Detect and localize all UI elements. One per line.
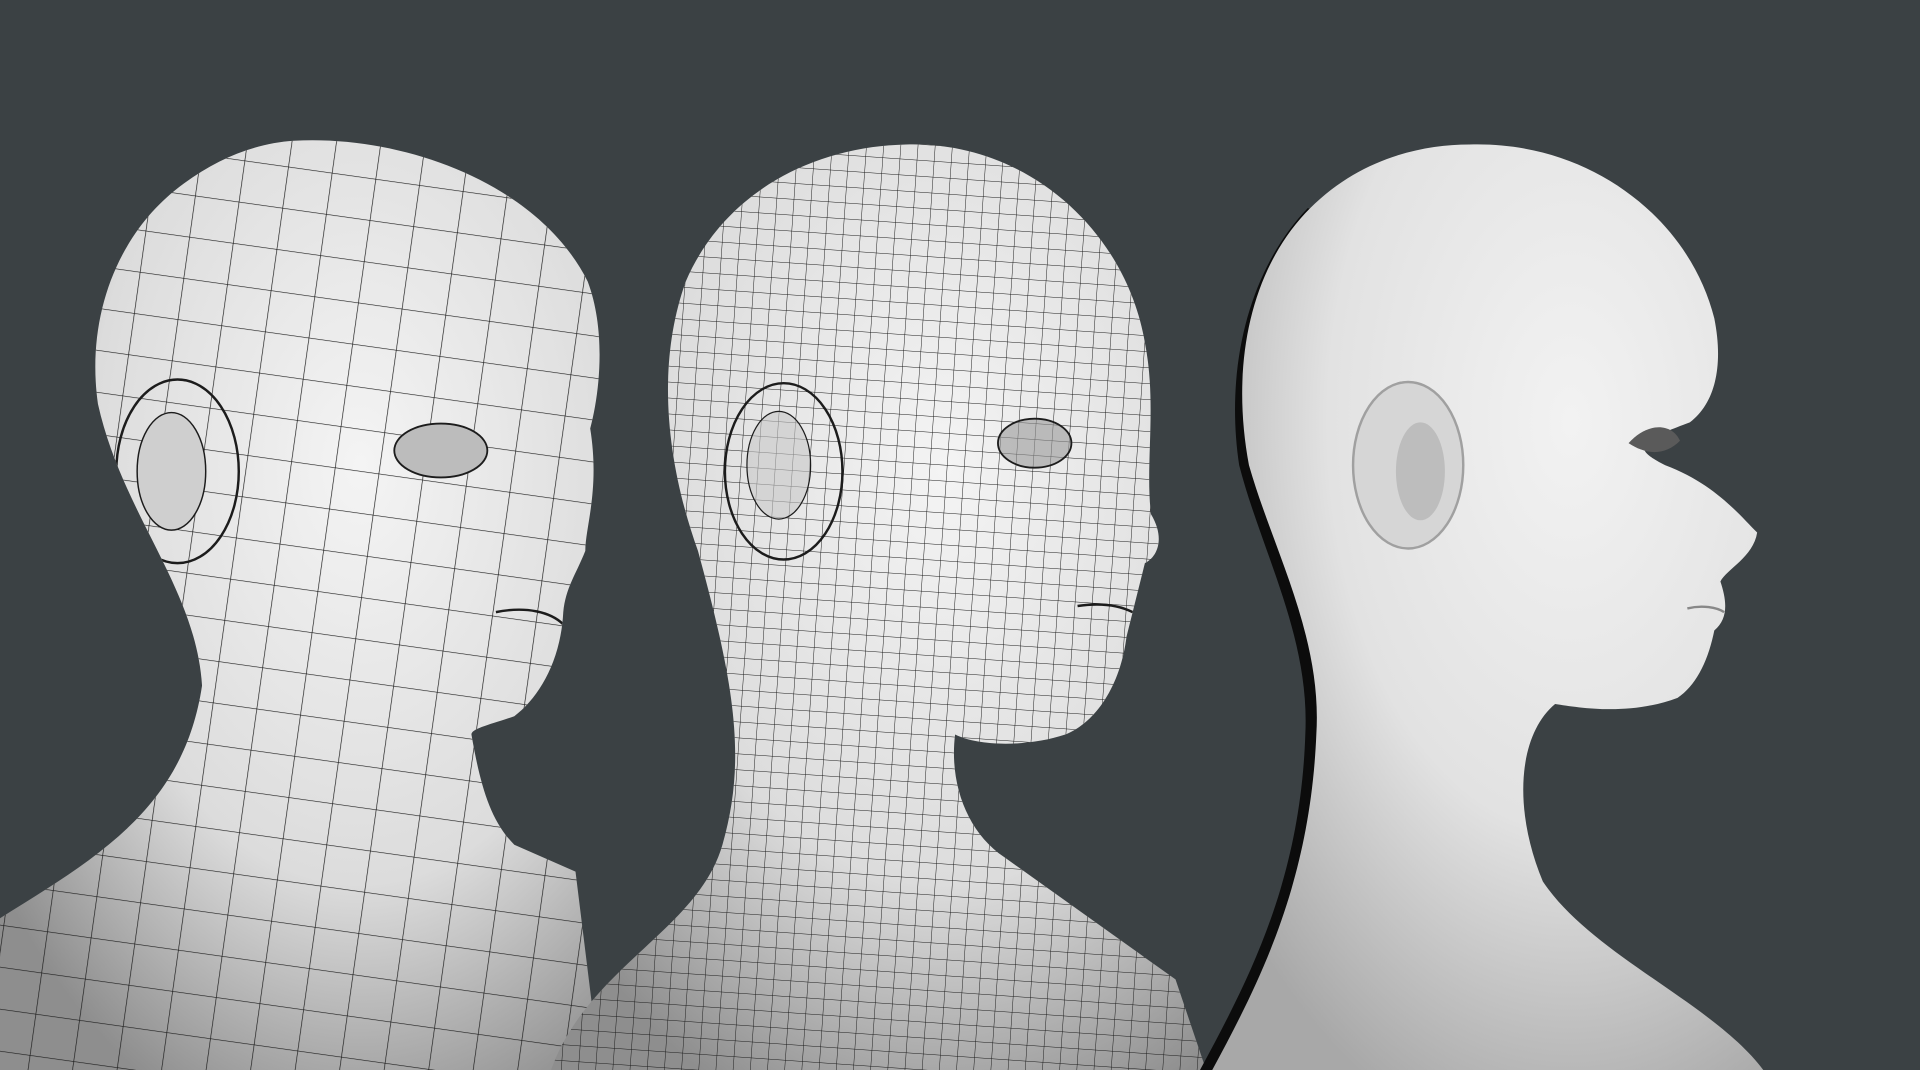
eye [393, 422, 489, 479]
render-viewport [0, 0, 1920, 1070]
eye [997, 417, 1073, 469]
